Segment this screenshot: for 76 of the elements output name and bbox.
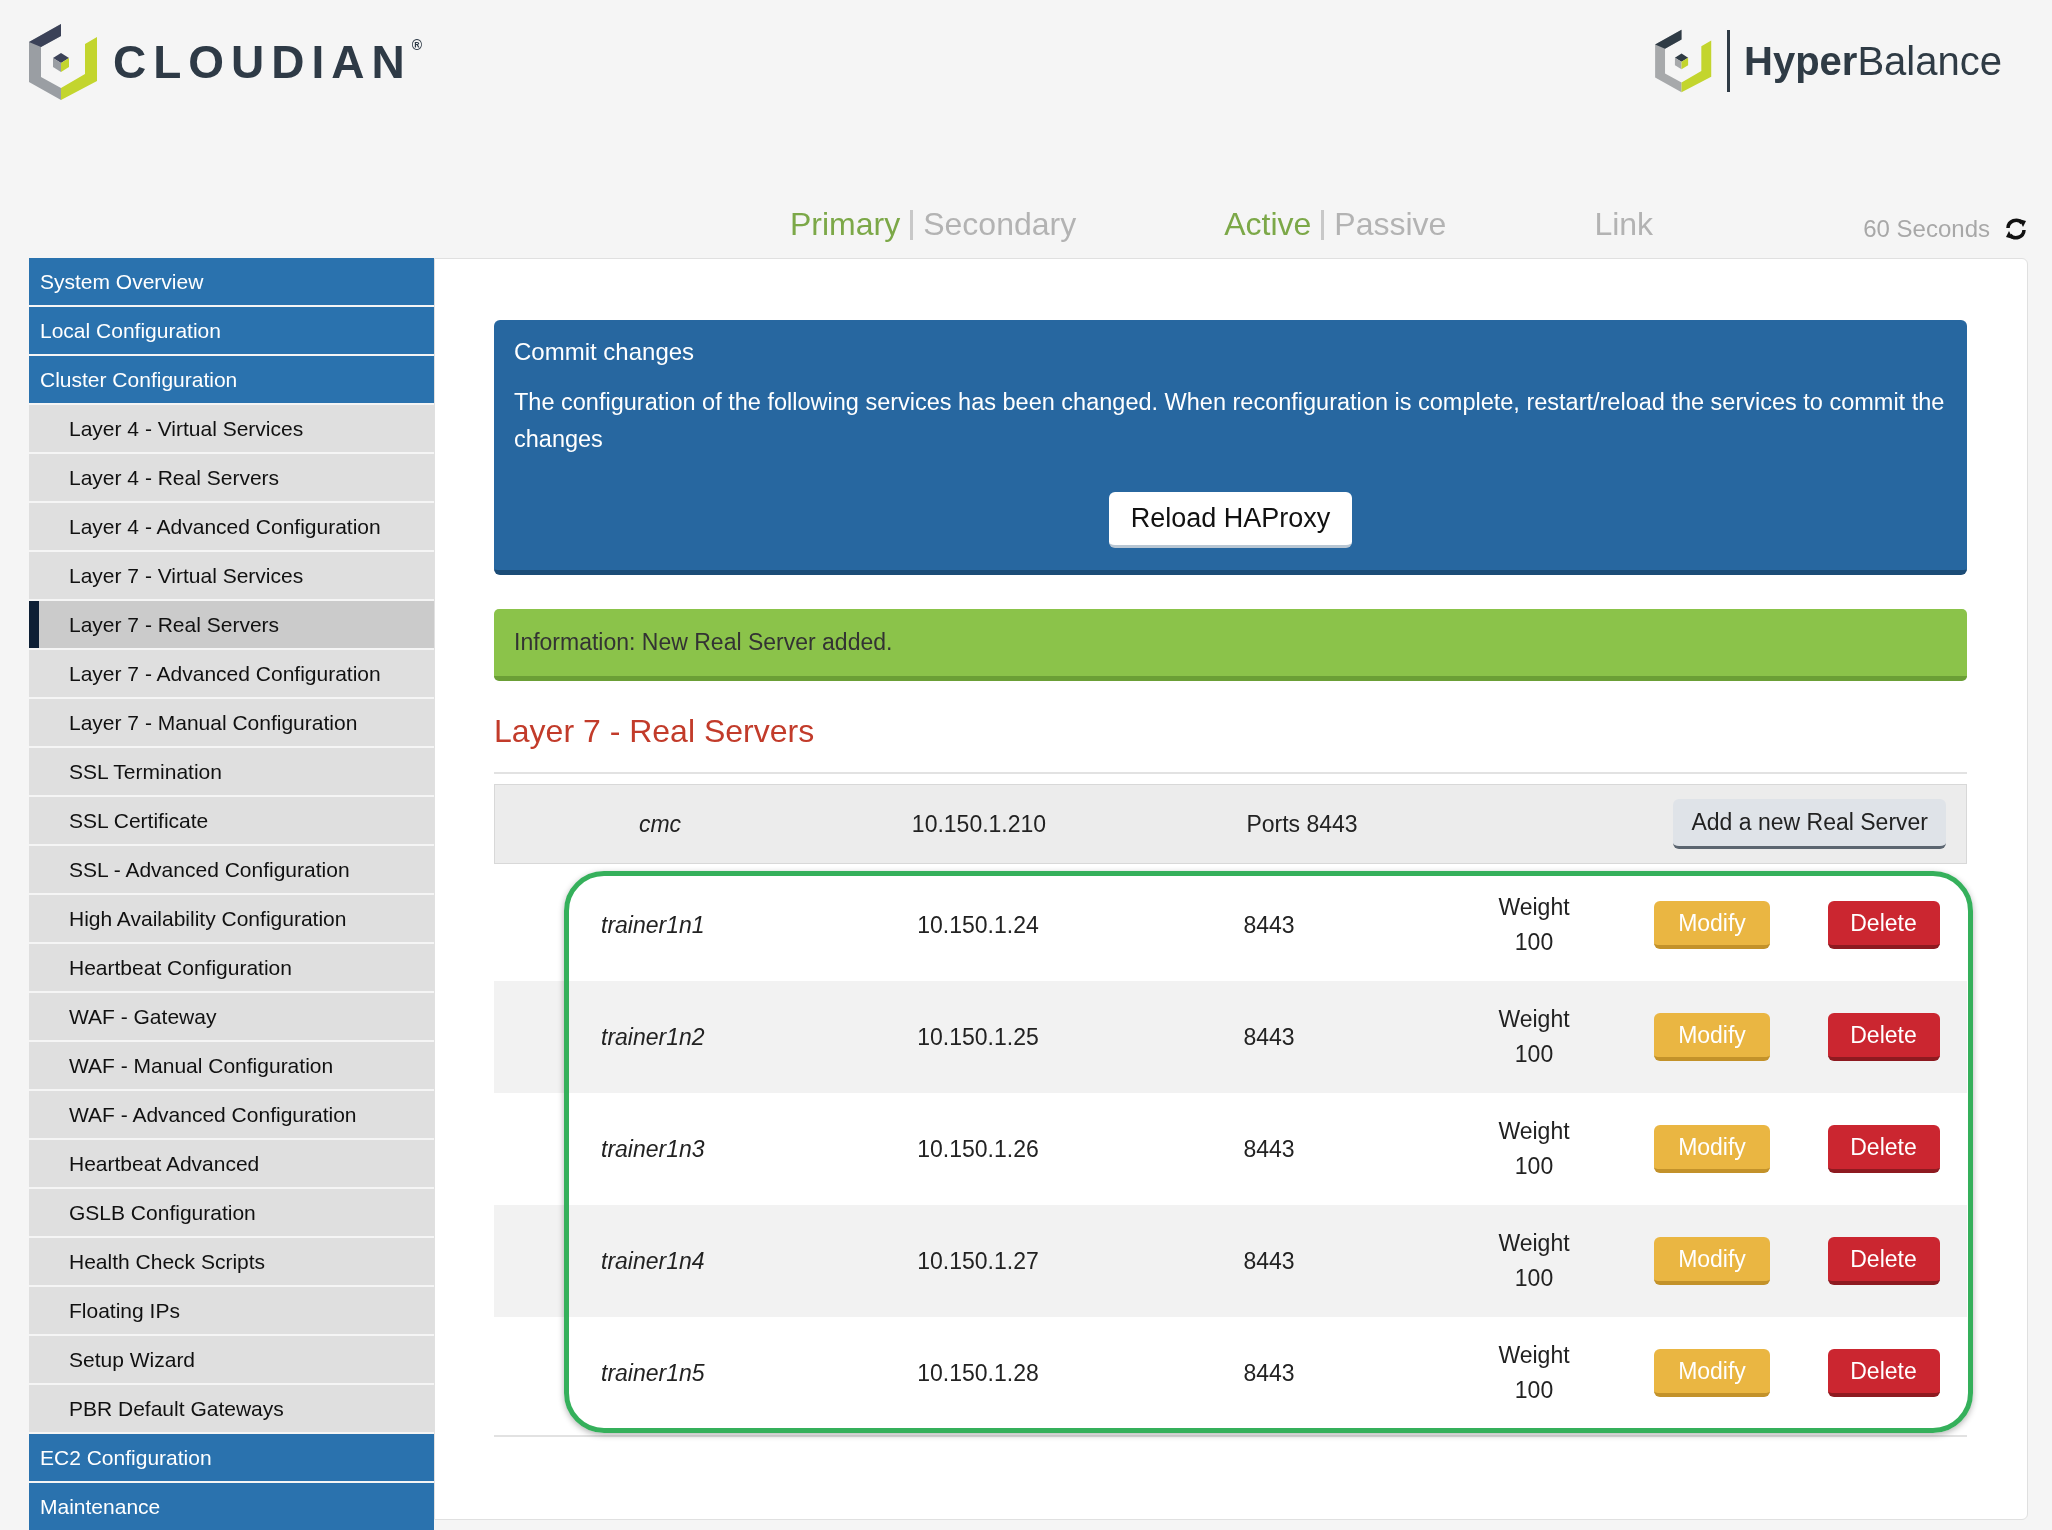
sidebar-item[interactable]: Layer 7 - Manual Configuration — [29, 699, 434, 746]
service-name: cmc — [638, 810, 682, 838]
refresh-interval: 60 Seconds — [1863, 215, 1990, 243]
server-port: 8443 — [1243, 1359, 1295, 1387]
service-ports: Ports 8443 — [1246, 810, 1358, 838]
sidebar-item[interactable]: High Availability Configuration — [29, 895, 434, 942]
commit-message: The configuration of the following services has been changed. When reconfiguration is complete, restart/reload the services to commit the changes — [514, 388, 1946, 454]
delete-button[interactable]: Delete — [1827, 1013, 1940, 1061]
status-indicator: Primary — [790, 206, 901, 243]
sidebar-item[interactable]: SSL Termination — [29, 748, 434, 795]
status-indicator: Active — [1224, 206, 1312, 243]
company-logo-text: CLOUDIAN$^{®}$ — [113, 35, 423, 89]
weight-value: 100 — [1514, 928, 1554, 957]
sidebar-item[interactable]: Maintenance — [29, 1483, 434, 1530]
cube-logo-icon — [29, 22, 99, 102]
server-ip: 10.150.1.28 — [917, 1359, 1039, 1387]
delete-button[interactable]: Delete — [1827, 1125, 1940, 1173]
status-indicator: Link — [1594, 206, 1654, 243]
weight-label: Weight — [1498, 1341, 1570, 1370]
server-name: trainer1n3 — [600, 1135, 706, 1163]
sidebar-item[interactable]: Local Configuration — [29, 307, 434, 354]
server-port: 8443 — [1243, 1135, 1295, 1163]
sidebar-item[interactable]: Heartbeat Advanced — [29, 1140, 434, 1187]
weight-value: 100 — [1514, 1376, 1554, 1405]
sidebar-item[interactable]: Layer 4 - Real Servers — [29, 454, 434, 501]
server-name: trainer1n2 — [600, 1023, 706, 1051]
delete-button[interactable]: Delete — [1827, 1349, 1940, 1397]
weight-value: 100 — [1514, 1152, 1554, 1181]
weight-value: 100 — [1514, 1264, 1554, 1293]
sidebar-item[interactable]: SSL - Advanced Configuration — [29, 846, 434, 893]
server-port: 8443 — [1243, 911, 1295, 939]
server-ip: 10.150.1.26 — [917, 1135, 1039, 1163]
server-ip: 10.150.1.27 — [917, 1247, 1039, 1275]
sidebar-item[interactable]: Layer 7 - Advanced Configuration — [29, 650, 434, 697]
server-port: 8443 — [1243, 1023, 1295, 1051]
sidebar-item[interactable]: Cluster Configuration — [29, 356, 434, 403]
weight-label: Weight — [1498, 1005, 1570, 1034]
weight-label: Weight — [1498, 1117, 1570, 1146]
commit-title: Commit changes — [514, 338, 696, 366]
weight-label: Weight — [1498, 893, 1570, 922]
server-ip: 10.150.1.25 — [917, 1023, 1039, 1051]
sidebar-item[interactable]: WAF - Manual Configuration — [29, 1042, 434, 1089]
sidebar-item[interactable]: Setup Wizard — [29, 1336, 434, 1383]
add-server-button[interactable]: Add a new Real Server — [1673, 799, 1946, 849]
sidebar-item[interactable]: WAF - Advanced Configuration — [29, 1091, 434, 1138]
server-name: trainer1n4 — [600, 1247, 706, 1275]
delete-button[interactable]: Delete — [1827, 1237, 1940, 1285]
delete-button[interactable]: Delete — [1827, 901, 1940, 949]
sidebar-item[interactable]: Health Check Scripts — [29, 1238, 434, 1285]
server-ip: 10.150.1.24 — [917, 911, 1039, 939]
page-heading: Layer 7 - Real Servers — [494, 713, 816, 750]
refresh-icon[interactable] — [2004, 217, 2028, 241]
service-ip: 10.150.1.210 — [911, 810, 1047, 838]
sidebar-item[interactable]: PBR Default Gateways — [29, 1385, 434, 1432]
weight-label: Weight — [1498, 1229, 1570, 1258]
server-port: 8443 — [1243, 1247, 1295, 1275]
server-name: trainer1n1 — [600, 911, 706, 939]
info-banner: Information: New Real Server added. — [494, 609, 1967, 681]
reload-button[interactable]: Reload HAProxy — [1108, 492, 1353, 548]
status-indicator: Secondary — [923, 206, 1077, 243]
server-name: trainer1n5 — [600, 1359, 706, 1387]
sidebar-item[interactable]: Layer 4 - Advanced Configuration — [29, 503, 434, 550]
status-indicator: Passive — [1334, 206, 1447, 243]
sidebar-item[interactable]: Layer 7 - Real Servers — [29, 601, 434, 648]
sidebar-item[interactable]: SSL Certificate — [29, 797, 434, 844]
sidebar-item[interactable]: Floating IPs — [29, 1287, 434, 1334]
weight-value: 100 — [1514, 1040, 1554, 1069]
sidebar-item[interactable]: Heartbeat Configuration — [29, 944, 434, 991]
sidebar-item[interactable]: Layer 7 - Virtual Services — [29, 552, 434, 599]
sidebar-item[interactable]: WAF - Gateway — [29, 993, 434, 1040]
sidebar-item[interactable]: EC2 Configuration — [29, 1434, 434, 1481]
sidebar-item[interactable]: GSLB Configuration — [29, 1189, 434, 1236]
sidebar-item[interactable]: Layer 4 - Virtual Services — [29, 405, 434, 452]
cube-logo-icon — [1655, 28, 1714, 94]
product-logo-text: HyperBalance — [1744, 38, 2002, 84]
sidebar-item[interactable]: System Overview — [29, 258, 434, 305]
